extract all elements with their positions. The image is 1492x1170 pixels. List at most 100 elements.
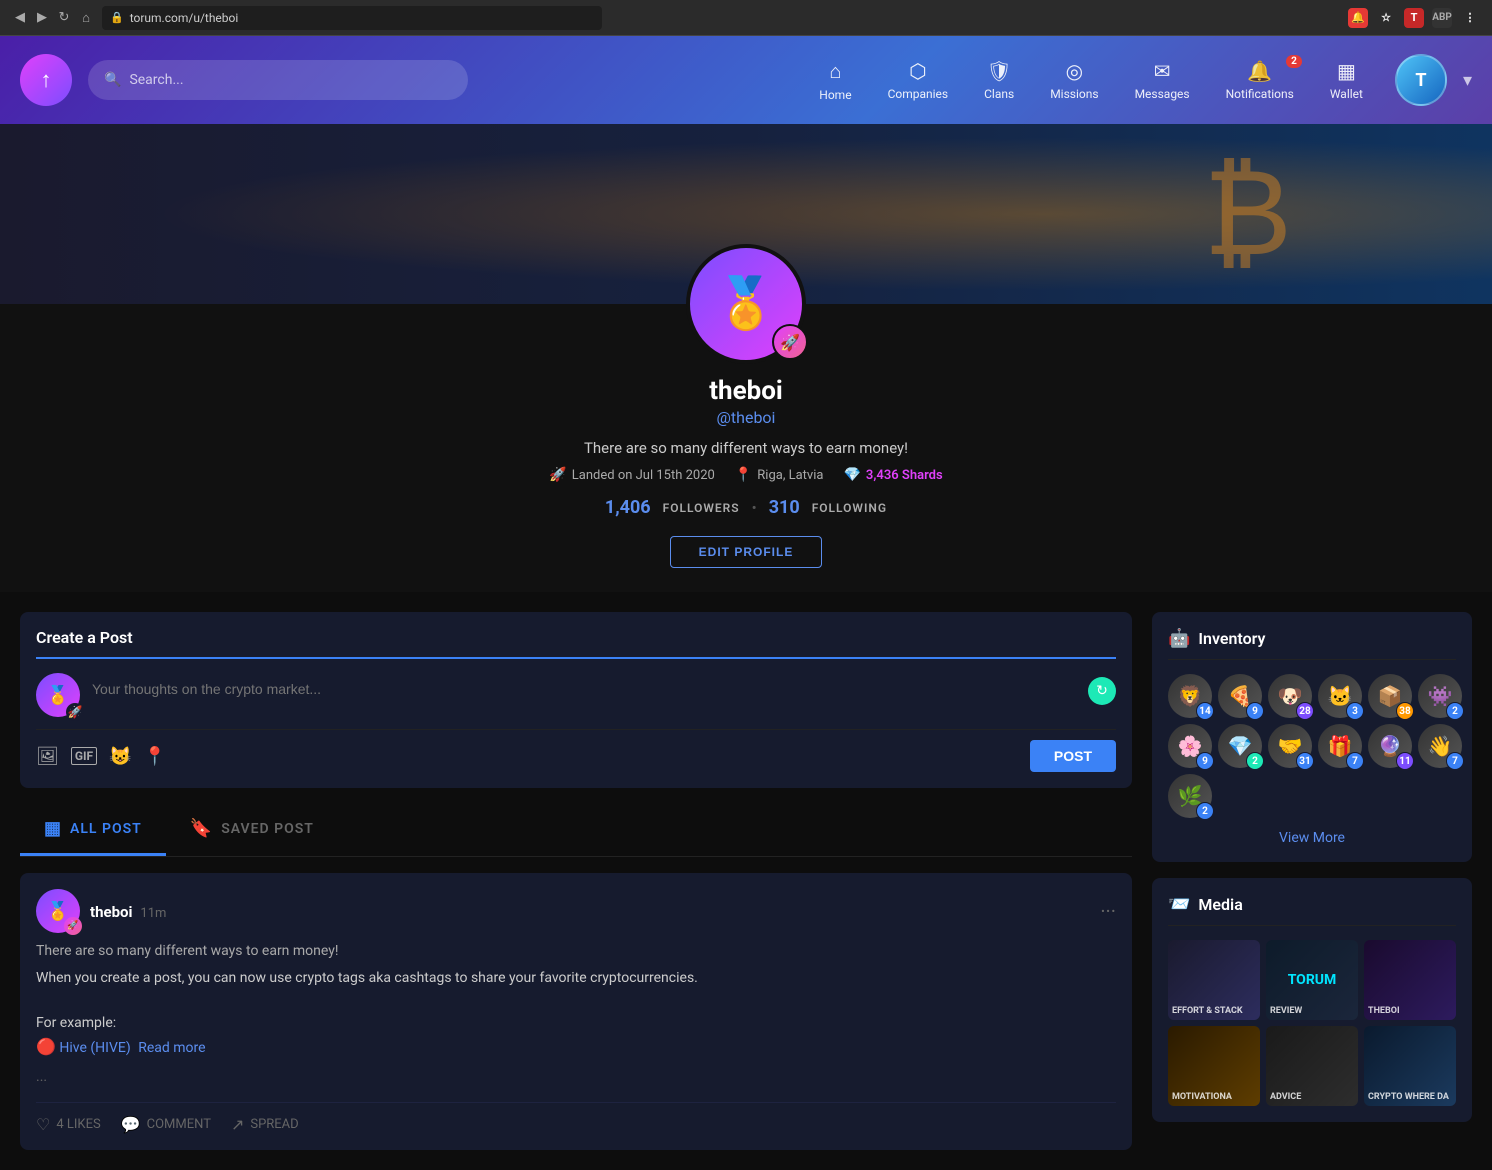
inv-badge-5: 2 xyxy=(1446,702,1464,720)
inv-badge-12: 2 xyxy=(1196,802,1214,820)
inv-item-1[interactable]: 🍕9 xyxy=(1218,674,1262,718)
inv-badge-11: 7 xyxy=(1446,752,1464,770)
search-icon: 🔍 xyxy=(104,72,121,88)
profile-name: theboi xyxy=(709,376,783,406)
post-refresh-button[interactable]: ↻ xyxy=(1088,677,1116,705)
browser-controls: ◀ ▶ ↻ ⌂ xyxy=(12,10,94,26)
search-bar[interactable]: 🔍 Search... xyxy=(88,60,468,100)
shards-meta: 💎 3,436 Shards xyxy=(843,467,942,483)
media-thumb-2[interactable]: theboi xyxy=(1364,940,1456,1020)
inv-badge-4: 38 xyxy=(1396,702,1414,720)
nav-item-clans[interactable]: 🛡 Clans xyxy=(968,51,1030,109)
inventory-section: 🤖 Inventory 🦁14 🍕9 🐶28 🐱3 📦38 xyxy=(1152,612,1472,862)
address-bar[interactable]: 🔒 torum.com/u/theboi xyxy=(102,6,602,30)
view-more-button[interactable]: View More xyxy=(1168,830,1456,846)
nav-item-home[interactable]: ⌂ Home xyxy=(803,51,867,110)
forward-button[interactable]: ▶ xyxy=(34,10,50,26)
nav-label-companies: Companies xyxy=(888,87,949,101)
sticker-icon[interactable]: 😺 xyxy=(109,746,131,767)
inv-item-3[interactable]: 🐱3 xyxy=(1318,674,1362,718)
ext-icon-1[interactable]: 🔔 xyxy=(1348,8,1368,28)
post-header: 🏅 🚀 theboi 11m ··· xyxy=(36,889,1116,933)
inv-item-0[interactable]: 🦁14 xyxy=(1168,674,1212,718)
nav-item-companies[interactable]: ⬡ Companies xyxy=(872,51,965,109)
inv-item-8[interactable]: 🤝31 xyxy=(1268,724,1312,768)
following-count[interactable]: 310 xyxy=(769,497,800,518)
chevron-down-icon[interactable]: ▾ xyxy=(1463,70,1472,91)
post-author-name[interactable]: theboi xyxy=(90,903,132,921)
inv-badge-1: 9 xyxy=(1246,702,1264,720)
media-label-0: EFFORT & STACK xyxy=(1172,1006,1243,1016)
media-thumb-4[interactable]: advice xyxy=(1266,1026,1358,1106)
create-post-body: 🏅 ↻ xyxy=(36,673,1116,717)
post-menu-button[interactable]: ··· xyxy=(1100,899,1116,923)
inv-item-12[interactable]: 🌿2 xyxy=(1168,774,1212,818)
inv-item-6[interactable]: 🌸9 xyxy=(1168,724,1212,768)
star-icon[interactable]: ☆ xyxy=(1376,8,1396,28)
left-column: Create a Post 🏅 ↻ 🖼 GIF 😺 📍 POST xyxy=(20,612,1132,1150)
edit-profile-button[interactable]: EDIT PROFILE xyxy=(670,536,823,568)
notifications-badge: 2 xyxy=(1286,55,1302,68)
media-section: 📨 Media EFFORT & STACK TORUM REVIEW theb… xyxy=(1152,878,1472,1122)
inv-item-9[interactable]: 🎁7 xyxy=(1318,724,1362,768)
nav-item-notifications[interactable]: 🔔 2 Notifications xyxy=(1210,51,1310,109)
tab-saved-post[interactable]: 🔖 SAVED POST xyxy=(166,804,338,856)
create-post-title: Create a Post xyxy=(36,628,1116,659)
spread-icon: ↗ xyxy=(231,1115,244,1134)
nav-item-messages[interactable]: ✉ Messages xyxy=(1119,51,1206,109)
profile-handle[interactable]: @theboi xyxy=(717,408,776,427)
media-thumb-3[interactable]: MOTIVATIONA xyxy=(1168,1026,1260,1106)
url-text: torum.com/u/theboi xyxy=(130,11,239,25)
post-footer: ♡ 4 LIKES 💬 COMMENT ↗ SPREAD xyxy=(36,1102,1116,1134)
media-thumb-1[interactable]: TORUM REVIEW xyxy=(1266,940,1358,1020)
inventory-icon: 🤖 xyxy=(1168,628,1190,649)
ext-icon-3[interactable]: ABP xyxy=(1432,8,1452,28)
read-more-link[interactable]: Read more xyxy=(138,1040,205,1056)
post-body: When you create a post, you can now use … xyxy=(36,967,1116,1088)
inventory-grid: 🦁14 🍕9 🐶28 🐱3 📦38 👾2 🌸9 xyxy=(1168,674,1456,818)
like-button[interactable]: ♡ 4 LIKES xyxy=(36,1115,101,1134)
user-avatar[interactable]: T xyxy=(1395,54,1447,106)
nav-item-missions[interactable]: ◎ Missions xyxy=(1034,51,1114,109)
ext-icon-4[interactable]: ⋮ xyxy=(1460,8,1480,28)
tab-all-post[interactable]: ▦ ALL POST xyxy=(20,804,166,856)
post-author-info: theboi 11m xyxy=(90,902,166,921)
inv-badge-2: 28 xyxy=(1296,702,1314,720)
media-thumb-5[interactable]: CRYPTO WHERE DA xyxy=(1364,1026,1456,1106)
nav-label-notifications: Notifications xyxy=(1226,87,1294,101)
post-tabs: ▦ ALL POST 🔖 SAVED POST xyxy=(20,804,1132,857)
location-pin-icon[interactable]: 📍 xyxy=(144,746,166,767)
inv-item-4[interactable]: 📦38 xyxy=(1368,674,1412,718)
back-button[interactable]: ◀ xyxy=(12,10,28,26)
inv-item-10[interactable]: 🔮11 xyxy=(1368,724,1412,768)
post-button[interactable]: POST xyxy=(1030,740,1116,772)
nav-label-messages: Messages xyxy=(1135,87,1190,101)
logo-button[interactable]: ↑ xyxy=(20,54,72,106)
reload-button[interactable]: ↻ xyxy=(56,10,72,26)
likes-count: 4 LIKES xyxy=(56,1117,100,1132)
inv-item-5[interactable]: 👾2 xyxy=(1418,674,1462,718)
media-thumb-0[interactable]: EFFORT & STACK xyxy=(1168,940,1260,1020)
clans-icon: 🛡 xyxy=(986,59,1011,83)
nav-item-wallet[interactable]: ▦ Wallet xyxy=(1314,51,1379,109)
followers-count[interactable]: 1,406 xyxy=(605,497,651,518)
inv-item-7[interactable]: 💎2 xyxy=(1218,724,1262,768)
image-upload-icon[interactable]: 🖼 xyxy=(36,746,59,767)
inv-badge-8: 31 xyxy=(1296,752,1314,770)
browser-bar: ◀ ▶ ↻ ⌂ 🔒 torum.com/u/theboi 🔔 ☆ T ABP ⋮ xyxy=(0,0,1492,36)
avatar-initials: T xyxy=(1415,70,1426,91)
gif-icon[interactable]: GIF xyxy=(71,747,97,765)
post-tag[interactable]: Hive (HIVE) xyxy=(59,1040,130,1056)
hive-icon: 🔴 xyxy=(36,1037,56,1056)
profile-bio: There are so many different ways to earn… xyxy=(584,439,908,457)
post-input-wrap: ↻ xyxy=(92,673,1116,705)
spread-button[interactable]: ↗ SPREAD xyxy=(231,1115,299,1134)
inv-item-11[interactable]: 👋7 xyxy=(1418,724,1462,768)
inv-item-2[interactable]: 🐶28 xyxy=(1268,674,1312,718)
comment-icon: 💬 xyxy=(121,1115,141,1134)
post-input[interactable] xyxy=(92,673,1116,705)
inv-badge-6: 9 xyxy=(1196,752,1214,770)
comment-button[interactable]: 💬 COMMENT xyxy=(121,1115,211,1134)
home-button[interactable]: ⌂ xyxy=(78,10,94,26)
ext-icon-2[interactable]: T xyxy=(1404,8,1424,28)
